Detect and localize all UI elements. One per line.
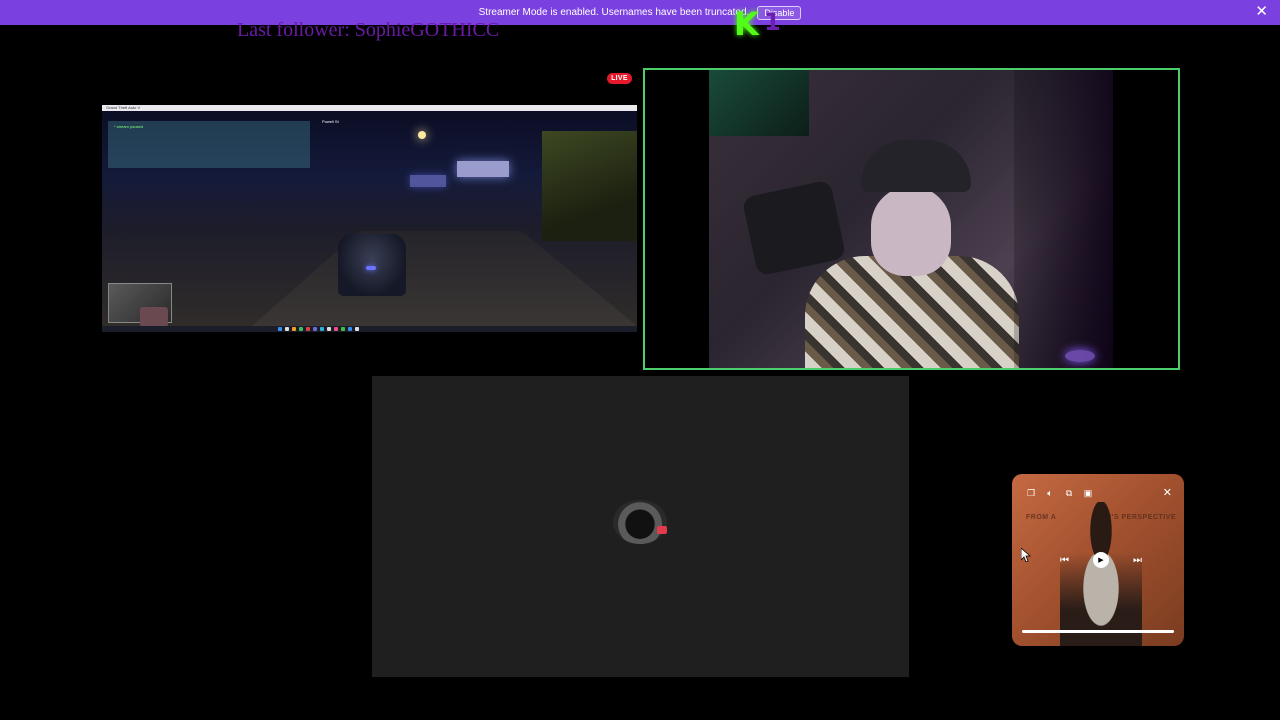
- game-capture: Grand Theft Auto V * stream paused Powel…: [102, 105, 637, 332]
- player-top-controls: ❐ 🔈︎ ⧉ ▣: [1024, 486, 1095, 500]
- webcam-light: [1065, 350, 1095, 362]
- mouse-cursor-icon: [1021, 548, 1031, 562]
- progress-fill: [1022, 630, 1174, 633]
- webcam-feed: [709, 70, 1113, 368]
- webcam-poster: [709, 70, 809, 136]
- webcam-person-cap: [861, 140, 971, 192]
- webcam-person-face: [871, 186, 951, 276]
- game-street-lamp: [418, 131, 426, 139]
- pin-icon[interactable]: ▣: [1081, 486, 1095, 500]
- avatar-badge: [657, 526, 667, 534]
- game-car-light: [366, 266, 376, 270]
- banner-message: Streamer Mode is enabled. Usernames have…: [478, 7, 750, 18]
- album-art-text-left: FROM A: [1026, 514, 1057, 521]
- miniplayer-icon[interactable]: ❐: [1024, 486, 1038, 500]
- game-chat-text: * stream paused: [114, 124, 144, 129]
- game-taskbar: [102, 326, 637, 332]
- webcam-shadow: [1014, 70, 1113, 368]
- progress-bar[interactable]: [1022, 630, 1174, 633]
- taskbar-icons: [278, 327, 359, 331]
- avatar[interactable]: [613, 500, 667, 544]
- player-transport: ⏮︎ ▶ ⏭︎: [1060, 552, 1142, 568]
- game-road: [252, 231, 637, 326]
- kick-logo-letter: K: [734, 5, 759, 43]
- kick-logo-number: 1: [764, 8, 781, 36]
- live-badge: LIVE: [607, 73, 632, 84]
- voice-call-panel: [372, 376, 909, 677]
- streamer-mode-banner: Streamer Mode is enabled. Usernames have…: [0, 0, 1280, 25]
- game-scene: * stream paused Powell St: [102, 111, 637, 327]
- game-neon-sign: [410, 175, 446, 187]
- next-icon[interactable]: ⏭︎: [1133, 555, 1142, 566]
- play-icon[interactable]: ▶: [1093, 552, 1109, 568]
- game-mini-webcam: [140, 307, 168, 327]
- game-car: [338, 234, 406, 296]
- volume-icon[interactable]: 🔈︎: [1043, 486, 1057, 500]
- webcam-frame: [643, 68, 1180, 370]
- game-neon-sign: [457, 161, 509, 177]
- media-player[interactable]: FROM A MAN'S PERSPECTIVE ❐ 🔈︎ ⧉ ▣ ✕ ⏮︎ ▶…: [1012, 474, 1184, 646]
- album-art: [1060, 502, 1142, 646]
- copy-icon[interactable]: ⧉: [1062, 486, 1076, 500]
- last-follower-label: Last follower: SophieGOTHICC: [237, 19, 500, 41]
- close-icon[interactable]: ✕: [1163, 486, 1172, 500]
- game-hud-street: Powell St: [322, 119, 339, 124]
- game-building: [542, 131, 637, 241]
- close-icon[interactable]: ✕: [1255, 4, 1268, 20]
- previous-icon[interactable]: ⏮︎: [1060, 555, 1069, 566]
- webcam-pillow: [741, 179, 847, 277]
- kick-logo: K 1: [734, 5, 788, 43]
